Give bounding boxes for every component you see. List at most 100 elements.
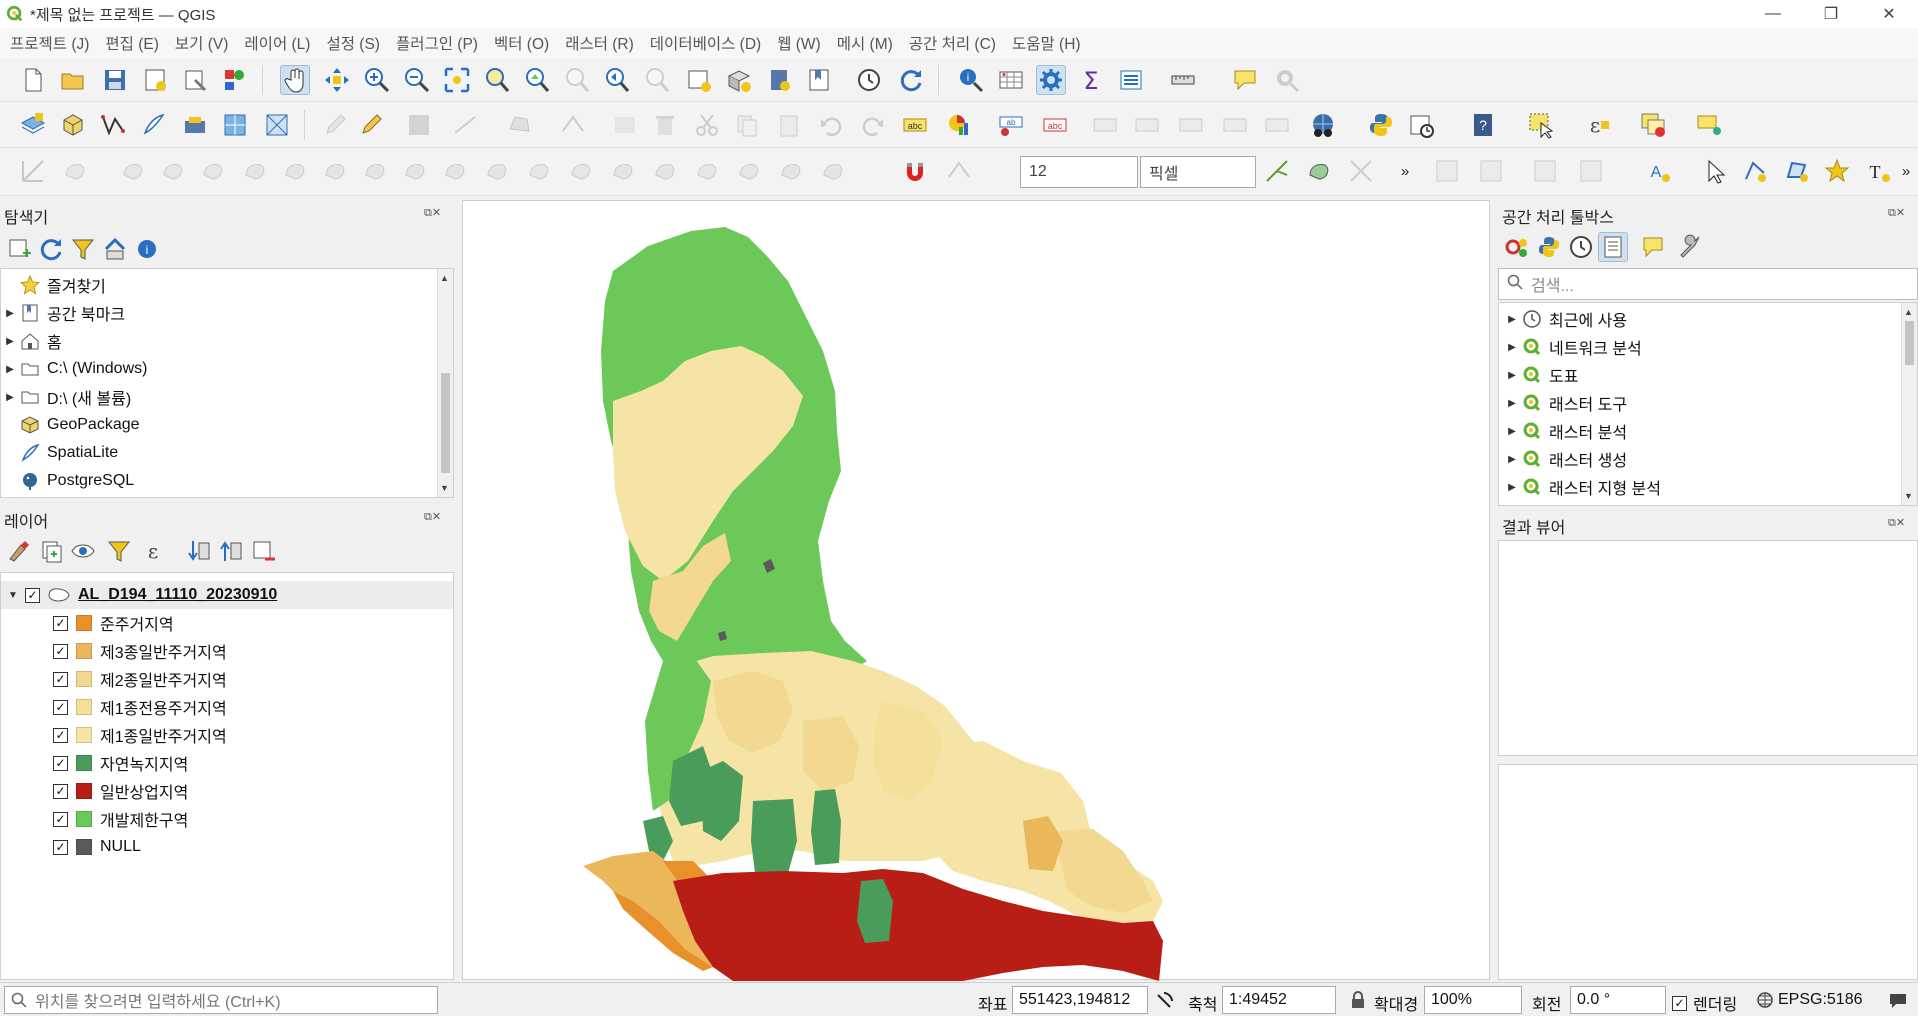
processing-float-button[interactable]: ⧉✕ — [1888, 206, 1905, 220]
magnifier-spinbox[interactable]: 100% — [1424, 986, 1522, 1014]
scheduled-task-icon[interactable] — [1406, 110, 1436, 140]
python-console-icon[interactable] — [1366, 110, 1396, 140]
menu-raster[interactable]: 래스터 (R) — [565, 32, 634, 54]
shape-tool-14-icon[interactable] — [608, 156, 638, 186]
shape-tool-3-icon[interactable] — [158, 156, 188, 186]
metasearch-icon[interactable] — [1308, 110, 1338, 140]
layer-styling-icon[interactable] — [4, 536, 34, 566]
data-source-manager-icon[interactable] — [18, 110, 48, 140]
processing-item-raster-analysis[interactable]: ▶ 래스터 분석 — [1503, 417, 1627, 445]
menu-database[interactable]: 데이터베이스 (D) — [650, 32, 761, 54]
new-spatialite-layer-icon[interactable] — [138, 110, 168, 140]
shape-tool-10-icon[interactable] — [440, 156, 470, 186]
render-checkbox[interactable]: ✓ — [1672, 995, 1687, 1011]
copy-features-icon[interactable] — [732, 110, 762, 140]
edit-features-inplace-icon[interactable] — [1638, 232, 1668, 262]
pan-map-icon[interactable] — [280, 65, 310, 95]
menu-plugins[interactable]: 플러그인 (P) — [396, 32, 478, 54]
undo-icon[interactable] — [816, 110, 846, 140]
topology-editing-icon[interactable] — [1304, 156, 1334, 186]
new-temporary-layer-icon[interactable] — [220, 110, 250, 140]
add-line-icon[interactable] — [450, 110, 480, 140]
add-polygon-icon[interactable] — [504, 110, 534, 140]
processing-item-recent[interactable]: ▶ 최근에 사용 — [1503, 305, 1627, 333]
new-3d-map-view-icon[interactable] — [724, 65, 754, 95]
shape-tool-9-icon[interactable] — [400, 156, 430, 186]
menu-project[interactable]: 프로젝트 (J) — [10, 32, 89, 54]
open-project-icon[interactable] — [58, 65, 88, 95]
toggle-extents-icon[interactable] — [1154, 991, 1174, 1016]
toggle-editing-icon[interactable] — [356, 110, 386, 140]
marker-annotation-icon[interactable] — [1822, 156, 1852, 186]
browser-item-c-drive[interactable]: ▶ C:\ (Windows) — [1, 355, 147, 383]
collapse-all-layers-icon[interactable] — [216, 536, 246, 566]
browser-scrollbar[interactable]: ▲ ▼ — [437, 269, 453, 497]
browser-item-geopackage[interactable]: GeoPackage — [1, 411, 140, 439]
select-features-icon[interactable] — [1526, 110, 1556, 140]
shape-tool-17-icon[interactable] — [734, 156, 764, 186]
rotate-label-icon[interactable] — [1176, 110, 1206, 140]
legend-item[interactable]: ✓ NULL — [53, 833, 141, 861]
coordinate-field[interactable]: 551423,194812 — [1012, 986, 1148, 1014]
maximize-button[interactable]: ❐ — [1802, 0, 1860, 28]
add-selected-layers-icon[interactable] — [4, 234, 34, 264]
style-manager-icon[interactable] — [220, 65, 250, 95]
measure-line-icon[interactable] — [1168, 65, 1198, 95]
expand-all-icon[interactable] — [184, 536, 214, 566]
shape-tool-5-icon[interactable] — [240, 156, 270, 186]
browser-item-home[interactable]: ▶ 홈 — [1, 327, 62, 355]
edit-pencil-icon[interactable] — [320, 110, 350, 140]
scale-select[interactable]: 1:49452 — [1222, 986, 1336, 1014]
browser-item-spatialite[interactable]: SpatiaLite — [1, 439, 118, 467]
menu-web[interactable]: 웹 (W) — [777, 32, 821, 54]
move-label-icon[interactable] — [1090, 110, 1120, 140]
shape-tool-15-icon[interactable] — [650, 156, 680, 186]
select-by-location-icon[interactable] — [1694, 110, 1724, 140]
new-spatial-bookmark-icon[interactable] — [764, 65, 794, 95]
actions-icon[interactable] — [1272, 65, 1302, 95]
cut-features-icon[interactable] — [692, 110, 722, 140]
zoom-native-icon[interactable] — [562, 65, 592, 95]
properties-info-icon[interactable]: i — [132, 234, 162, 264]
legend-item[interactable]: ✓ 제3종일반주거지역 — [53, 637, 227, 665]
legend-checkbox[interactable]: ✓ — [53, 839, 68, 855]
select-annotation-icon[interactable] — [1700, 156, 1730, 186]
models-icon[interactable] — [1502, 232, 1532, 262]
menu-processing[interactable]: 공간 처리 (C) — [909, 32, 996, 54]
layout-manager-icon[interactable] — [180, 65, 210, 95]
legend-item[interactable]: ✓ 제1종전용주거지역 — [53, 693, 227, 721]
new-map-view-icon[interactable] — [684, 65, 714, 95]
shape-tool-4-icon[interactable] — [198, 156, 228, 186]
new-print-layout-icon[interactable] — [140, 65, 170, 95]
legend-checkbox[interactable]: ✓ — [53, 699, 68, 715]
processing-item-chart[interactable]: ▶ 도표 — [1503, 361, 1578, 389]
trace-icon[interactable] — [1262, 156, 1292, 186]
layer-group-row[interactable]: ▼ ✓ AL_D194_11110_20230910 — [1, 581, 453, 609]
shape-tool-2-icon[interactable] — [118, 156, 148, 186]
shape-tool-7-icon[interactable] — [320, 156, 350, 186]
text-annotation-icon[interactable]: A — [1644, 156, 1674, 186]
toolbar-overflow-right[interactable]: » — [1896, 156, 1916, 186]
show-hide-labels-icon[interactable] — [1132, 110, 1162, 140]
legend-checkbox[interactable]: ✓ — [53, 643, 68, 659]
snapping-tolerance-input[interactable]: 12 — [1020, 156, 1138, 188]
modify-attributes-icon[interactable] — [610, 110, 640, 140]
zoom-out-icon[interactable] — [402, 65, 432, 95]
legend-item[interactable]: ✓ 자연녹지지역 — [53, 749, 188, 777]
show-layout-icon[interactable] — [1116, 65, 1146, 95]
open-attribute-table-icon[interactable] — [996, 65, 1026, 95]
refresh-icon[interactable] — [896, 65, 926, 95]
snapping-magnet-icon[interactable] — [900, 156, 930, 186]
history-icon[interactable] — [1566, 232, 1596, 262]
advanced-digitizing-icon[interactable] — [18, 156, 48, 186]
save-project-icon[interactable] — [100, 65, 130, 95]
crs-button[interactable]: EPSG:5186 — [1756, 991, 1863, 1009]
digitize-icon[interactable] — [98, 110, 128, 140]
processing-item-raster-creation[interactable]: ▶ 래스터 생성 — [1503, 445, 1627, 473]
map-tips-icon[interactable] — [1230, 65, 1260, 95]
identify-features-icon[interactable]: i — [956, 65, 986, 95]
zoom-next-icon[interactable] — [642, 65, 672, 95]
diagram-tool-icon[interactable] — [944, 110, 974, 140]
legend-checkbox[interactable]: ✓ — [53, 671, 68, 687]
save-edits-icon[interactable] — [404, 110, 434, 140]
